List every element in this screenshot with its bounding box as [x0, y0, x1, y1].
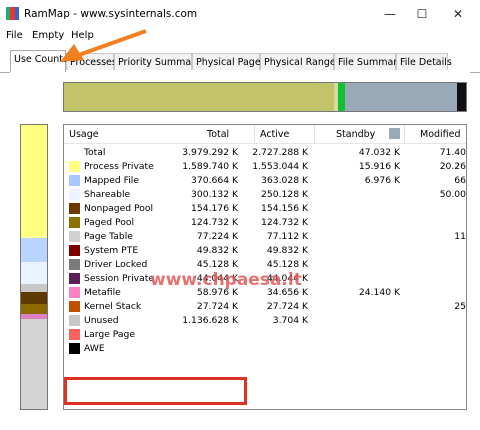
table-row[interactable]: Large Page	[64, 328, 466, 342]
table-row[interactable]: Process Private 1.589.740 K 1.553.044 K 15.…	[64, 160, 466, 174]
orange-arrow-annotation	[60, 29, 147, 62]
table-row[interactable]: System PTE 49.832 K 49.832 K	[64, 244, 466, 258]
table-row[interactable]: Nonpaged Pool 154.176 K 154.156 K	[64, 202, 466, 216]
modified-value: 11	[454, 231, 466, 242]
table-row[interactable]: Shareable 300.132 K 250.128 K 50.00	[64, 188, 466, 202]
usage-color-swatch	[69, 343, 80, 354]
unused-highlight-box	[64, 377, 247, 405]
usage-name: Metafile	[84, 287, 121, 298]
header-active[interactable]: Active	[260, 129, 289, 140]
header-usage[interactable]: Usage	[69, 129, 99, 140]
standby-value: 15.916 K	[358, 161, 400, 172]
active-value: 154.156 K	[261, 203, 308, 214]
stack-gray	[21, 283, 47, 292]
usage-name: Nonpaged Pool	[84, 203, 154, 214]
usage-color-swatch	[69, 273, 80, 284]
table-row[interactable]: Page Table 77.224 K 77.112 K 11	[64, 230, 466, 244]
title-bar: RamMap - www.sysinternals.com — ☐ ✕	[0, 0, 480, 28]
active-value: 49.832 K	[266, 245, 308, 256]
standby-value: 47.032 K	[358, 147, 400, 158]
usage-color-swatch	[69, 175, 80, 186]
membar-segment-private	[64, 83, 334, 111]
usage-color-swatch	[69, 203, 80, 214]
usage-color-swatch	[69, 217, 80, 228]
minimize-button[interactable]: —	[376, 4, 404, 24]
active-value: 2.727.288 K	[252, 147, 308, 158]
usage-color-swatch	[69, 315, 80, 326]
stack-mapped-file	[21, 238, 47, 263]
active-value: 124.732 K	[261, 217, 308, 228]
standby-value: 6.976 K	[364, 175, 400, 186]
close-button[interactable]: ✕	[444, 4, 472, 24]
usage-color-swatch	[69, 189, 80, 200]
active-value: 250.128 K	[261, 189, 308, 200]
usage-name: Mapped File	[84, 175, 139, 186]
usage-color-swatch	[69, 231, 80, 242]
usage-color-swatch	[69, 245, 80, 256]
table-header: Usage Total Active Standby Modified	[64, 125, 466, 144]
usage-name: Page Table	[84, 231, 133, 242]
active-value: 77.112 K	[266, 231, 308, 242]
usage-name: AWE	[84, 343, 105, 354]
usage-name: Shareable	[84, 189, 131, 200]
modified-value: 20.26	[439, 161, 466, 172]
modified-value: 71.40	[439, 147, 466, 158]
active-value: 1.553.044 K	[252, 161, 308, 172]
watermark-text: www.chpaesa.it	[150, 270, 302, 290]
modified-value: 50.00	[439, 189, 466, 200]
window-title: RamMap - www.sysinternals.com	[24, 8, 198, 20]
tab-file-details[interactable]: File Details	[396, 53, 452, 70]
table-row[interactable]: Unused 1.136.628 K 3.704 K	[64, 314, 466, 328]
table-row[interactable]: Total 3.979.292 K 2.727.288 K 47.032 K 71.40	[64, 146, 466, 160]
header-modified[interactable]: Modified	[420, 129, 461, 140]
usage-name: System PTE	[84, 245, 139, 256]
usage-color-swatch	[69, 329, 80, 340]
usage-name: Paged Pool	[84, 217, 135, 228]
stack-paged	[21, 303, 47, 314]
tab-physical-ranges[interactable]: Physical Ranges	[260, 53, 341, 70]
table-row[interactable]: AWE	[64, 342, 466, 356]
membar-segment-black	[457, 83, 466, 111]
usage-color-swatch	[69, 287, 80, 298]
standby-color-icon	[389, 128, 400, 139]
table-row[interactable]: Mapped File 370.664 K 363.028 K 6.976 K 66	[64, 174, 466, 188]
usage-name: Unused	[84, 315, 119, 326]
usage-name: Large Page	[84, 329, 136, 340]
tab-file-summary[interactable]: File Summary	[334, 53, 403, 70]
modified-value: 25	[454, 301, 466, 312]
stack-nonpaged	[21, 291, 47, 304]
usage-name: Total	[84, 147, 106, 158]
usage-name: Kernel Stack	[84, 301, 142, 312]
stack-process-private	[21, 125, 47, 237]
header-standby[interactable]: Standby	[336, 129, 375, 140]
table-row[interactable]: Paged Pool 124.732 K 124.732 K	[64, 216, 466, 230]
physical-memory-bar	[63, 82, 467, 112]
usage-color-swatch	[69, 259, 80, 270]
rammap-app-icon	[6, 7, 19, 20]
usage-color-swatch	[69, 301, 80, 312]
active-value: 45.128 K	[266, 259, 308, 270]
active-value: 27.724 K	[266, 301, 308, 312]
use-counts-panel: Usage Total Active Standby Modified Tota…	[10, 72, 470, 422]
table-row[interactable]: Kernel Stack 27.724 K 27.724 K 25	[64, 300, 466, 314]
membar-segment-green	[338, 83, 345, 111]
active-value: 3.704 K	[272, 315, 308, 326]
membar-segment-gray	[345, 83, 457, 111]
standby-value: 24.140 K	[358, 287, 400, 298]
usage-table: Usage Total Active Standby Modified Tota…	[63, 124, 467, 410]
modified-value: 66	[454, 175, 466, 186]
header-total[interactable]: Total	[207, 129, 229, 140]
stack-unused	[21, 318, 47, 409]
usage-name: Driver Locked	[84, 259, 148, 270]
usage-stack-bar	[20, 124, 48, 410]
tab-physical-pages[interactable]: Physical Pages	[192, 53, 266, 70]
maximize-button[interactable]: ☐	[408, 4, 436, 24]
stack-shareable	[21, 262, 47, 284]
active-value: 363.028 K	[261, 175, 308, 186]
menu-file[interactable]: File	[6, 30, 23, 41]
usage-color-swatch	[69, 161, 80, 172]
